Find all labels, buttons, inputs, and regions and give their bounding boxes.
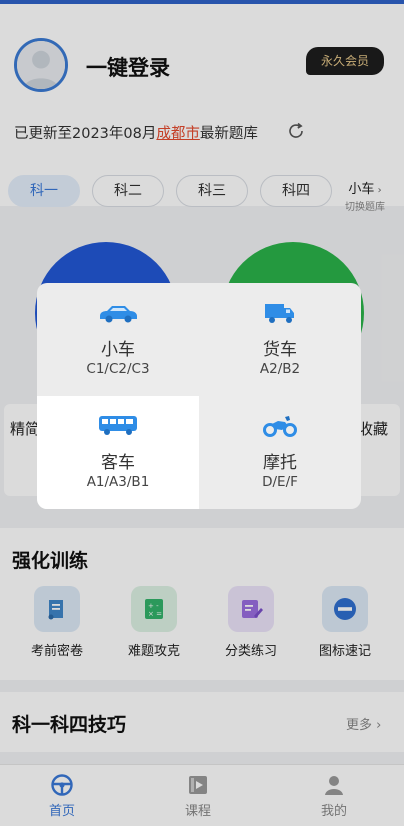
motorcycle-icon (199, 414, 361, 440)
vehicle-license-codes: D/E/F (262, 474, 298, 490)
vehicle-option-motorcycle[interactable]: 摩托 D/E/F (199, 396, 361, 509)
vehicle-name: 货车 (263, 340, 297, 360)
vehicle-license-codes: C1/C2/C3 (86, 361, 150, 377)
truck-icon (199, 301, 361, 327)
vehicle-name: 小车 (101, 340, 135, 360)
vehicle-name: 客车 (101, 453, 135, 473)
vehicle-name: 摩托 (263, 453, 297, 473)
vehicle-license-codes: A2/B2 (259, 361, 301, 377)
vehicle-option-truck[interactable]: 货车 A2/B2 (199, 283, 361, 396)
vehicle-type-popup: 小车 C1/C2/C3 货车 A2/B2 客车 A1/A3/B1 摩托 D/E/… (37, 283, 361, 509)
vehicle-option-car[interactable]: 小车 C1/C2/C3 (37, 283, 199, 396)
bus-icon (37, 414, 199, 440)
vehicle-option-bus[interactable]: 客车 A1/A3/B1 (37, 396, 199, 509)
vehicle-license-codes: A1/A3/B1 (86, 474, 150, 490)
car-icon (37, 301, 199, 327)
